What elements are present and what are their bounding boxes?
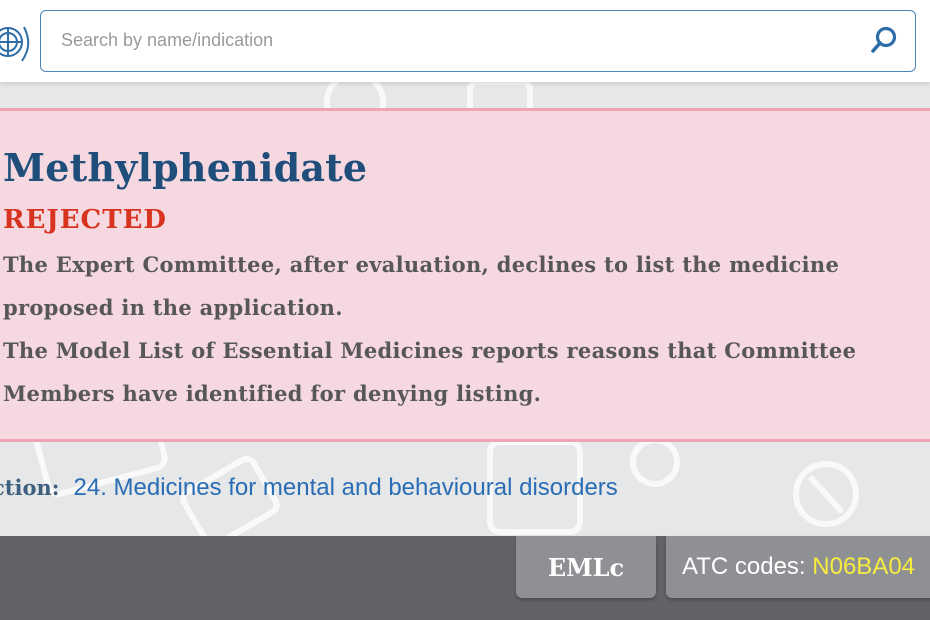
header [0, 0, 930, 82]
section-link[interactable]: 24. Medicines for mental and behavioural… [74, 474, 618, 501]
rejection-description: The Expert Committee, after evaluation, … [3, 243, 928, 415]
description-line: The Model List of Essential Medicines re… [3, 338, 857, 363]
un-emblem-logo [0, 26, 30, 62]
status-badge: REJECTED [3, 205, 167, 235]
footer-bar: EMLc ATC codes: N06BA04 [0, 536, 930, 620]
rejected-notice: Methylphenidate REJECTED The Expert Comm… [0, 108, 930, 442]
section-label: ction: [0, 475, 60, 500]
search-icon[interactable] [869, 25, 899, 55]
search-input[interactable] [61, 11, 841, 70]
description-line: The Expert Committee, after evaluation, … [3, 252, 840, 277]
atc-code[interactable]: N06BA04 [812, 553, 915, 580]
atc-codes: ATC codes: N06BA04 [666, 536, 930, 598]
medicine-title: Methylphenidate [3, 145, 368, 190]
search-bar [40, 10, 916, 72]
description-line: proposed in the application. [3, 295, 343, 320]
emlc-button[interactable]: EMLc [516, 536, 656, 598]
description-line: Members have identified for denying list… [3, 381, 542, 406]
atc-label: ATC codes: [682, 553, 806, 580]
section-row: ction: 24. Medicines for mental and behav… [0, 474, 618, 504]
